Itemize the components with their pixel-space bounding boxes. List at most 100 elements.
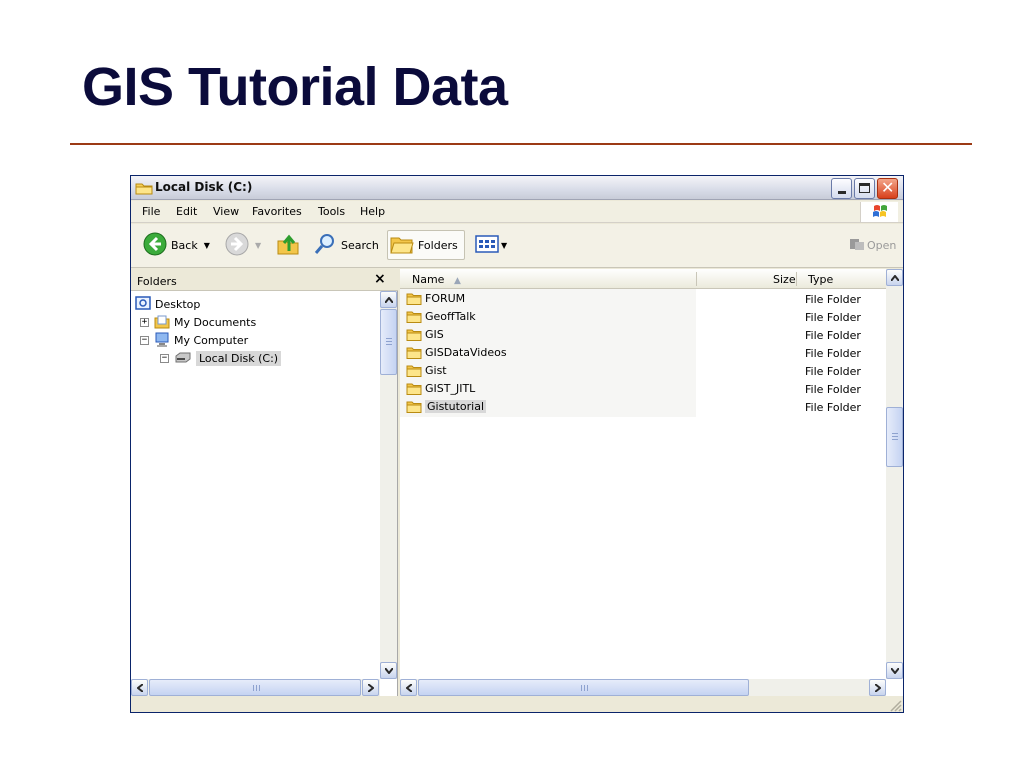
scroll-right-icon[interactable]: [362, 679, 379, 696]
file-type: File Folder: [805, 347, 861, 360]
scroll-up-icon[interactable]: [380, 291, 397, 308]
scroll-right-icon[interactable]: [869, 679, 886, 696]
folders-icon: [390, 233, 414, 258]
forward-dropdown-icon[interactable]: ▼: [255, 241, 261, 250]
column-header-type[interactable]: Type: [808, 273, 833, 286]
up-folder-icon: [276, 232, 300, 259]
menu-view[interactable]: View: [213, 205, 239, 218]
tree-item-desktop[interactable]: Desktop: [135, 295, 200, 313]
folders-pane-title: Folders: [137, 275, 177, 288]
column-header-bar: Name ▲ Size Type: [400, 269, 886, 289]
file-type: File Folder: [805, 401, 861, 414]
folders-pane: Folders × Desktop + My Documents − My Co…: [131, 269, 398, 696]
scroll-up-icon[interactable]: [886, 269, 903, 286]
folder-icon: [406, 292, 422, 305]
tree-item-label: Local Disk (C:): [196, 350, 282, 366]
folder-icon: [406, 382, 422, 395]
file-row[interactable]: GeoffTalk File Folder: [400, 308, 886, 326]
tree-item-my-computer[interactable]: − My Computer: [140, 331, 248, 349]
file-type: File Folder: [805, 383, 861, 396]
windows-logo-icon: [860, 202, 898, 222]
folder-icon: [406, 346, 422, 359]
scroll-left-icon[interactable]: [131, 679, 148, 696]
menu-edit[interactable]: Edit: [176, 205, 197, 218]
file-type: File Folder: [805, 329, 861, 342]
resize-grip[interactable]: [886, 696, 903, 712]
file-row[interactable]: Gist File Folder: [400, 362, 886, 380]
menu-favorites[interactable]: Favorites: [252, 205, 302, 218]
open-button[interactable]: Open: [849, 230, 896, 260]
file-name-cell: Gistutorial: [406, 400, 487, 413]
tree-item-local-disk[interactable]: − Local Disk (C:): [160, 349, 282, 367]
file-name-cell: FORUM: [406, 292, 465, 305]
file-list-vertical-scrollbar[interactable]: [886, 269, 903, 679]
desktop-icon: [135, 296, 151, 312]
column-header-size[interactable]: Size: [773, 273, 796, 286]
maximize-icon: [859, 183, 870, 193]
file-name: FORUM: [425, 292, 466, 305]
scroll-left-icon[interactable]: [400, 679, 417, 696]
folder-icon: [406, 400, 422, 413]
tree-item-label: My Documents: [174, 315, 257, 329]
file-list-horizontal-scrollbar[interactable]: [400, 679, 886, 696]
views-button[interactable]: ▼: [475, 230, 507, 260]
file-name: GIST_JITL: [425, 382, 476, 395]
search-button[interactable]: Search: [313, 230, 379, 260]
file-row[interactable]: GIST_JITL File Folder: [400, 380, 886, 398]
scroll-thumb[interactable]: [886, 407, 903, 467]
menu-tools[interactable]: Tools: [318, 205, 345, 218]
folders-horizontal-scrollbar[interactable]: [131, 679, 380, 696]
title-rule: [70, 143, 972, 145]
file-type: File Folder: [805, 365, 861, 378]
scroll-thumb[interactable]: [149, 679, 361, 696]
expand-icon[interactable]: +: [140, 317, 149, 327]
folders-vertical-scrollbar[interactable]: [380, 291, 397, 679]
folder-icon: [135, 181, 153, 198]
file-type: File Folder: [805, 293, 861, 306]
maximize-button[interactable]: [854, 178, 875, 199]
file-row[interactable]: FORUM File Folder: [400, 290, 886, 308]
back-button[interactable]: Back ▼: [143, 230, 210, 260]
views-icon: [475, 234, 499, 256]
scroll-down-icon[interactable]: [886, 662, 903, 679]
folders-button[interactable]: Folders: [387, 230, 465, 260]
tree-item-my-documents[interactable]: + My Documents: [140, 313, 256, 331]
folders-pane-header: Folders ×: [131, 269, 398, 291]
menu-help[interactable]: Help: [360, 205, 385, 218]
search-label: Search: [341, 238, 379, 252]
window-title-bar[interactable]: Local Disk (C:) ✕: [131, 176, 903, 200]
open-icon: [849, 237, 865, 254]
forward-button[interactable]: ▼: [225, 230, 261, 260]
minimize-button[interactable]: [831, 178, 852, 199]
file-name: Gist: [425, 364, 447, 377]
file-name-cell: GeoffTalk: [406, 310, 476, 323]
minimize-icon: [838, 191, 846, 194]
file-list-pane: Name ▲ Size Type FORUM File Folder GeoffTa…: [400, 269, 903, 696]
views-dropdown-icon[interactable]: ▼: [501, 241, 507, 250]
scroll-thumb[interactable]: [380, 309, 397, 375]
up-folder-button[interactable]: [276, 230, 300, 260]
folder-icon: [406, 310, 422, 323]
close-folders-pane-button[interactable]: ×: [374, 271, 386, 287]
folder-icon: [406, 364, 422, 377]
scroll-down-icon[interactable]: [380, 662, 397, 679]
collapse-icon[interactable]: −: [160, 353, 169, 363]
file-name: GISDataVideos: [425, 346, 507, 359]
file-row[interactable]: GIS File Folder: [400, 326, 886, 344]
back-arrow-icon: [143, 232, 167, 259]
my-computer-icon: [154, 332, 170, 348]
close-button[interactable]: ✕: [877, 178, 898, 199]
file-name-cell: Gist: [406, 364, 447, 377]
open-label: Open: [867, 238, 897, 252]
local-disk-icon: [174, 352, 192, 364]
scroll-thumb[interactable]: [418, 679, 749, 696]
menu-file[interactable]: File: [142, 205, 160, 218]
tree-item-label: Desktop: [155, 297, 201, 311]
collapse-icon[interactable]: −: [140, 335, 149, 345]
file-name-cell: GIST_JITL: [406, 382, 475, 395]
file-row[interactable]: GISDataVideos File Folder: [400, 344, 886, 362]
column-header-name[interactable]: Name ▲: [412, 273, 461, 286]
back-dropdown-icon[interactable]: ▼: [204, 241, 210, 250]
folders-label: Folders: [418, 238, 458, 252]
file-row[interactable]: Gistutorial File Folder: [400, 398, 886, 416]
